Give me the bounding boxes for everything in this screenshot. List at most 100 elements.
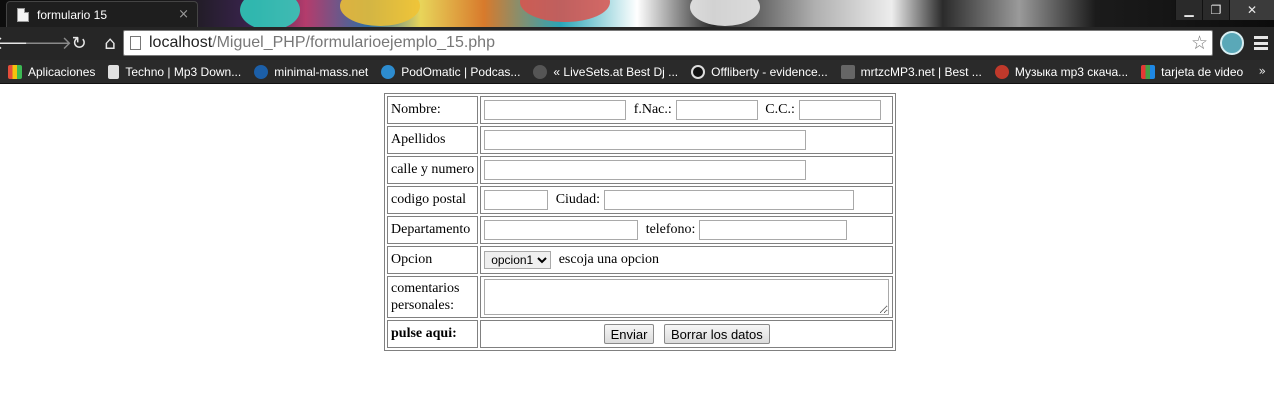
podomatic-icon [381, 64, 396, 79]
forward-arrow-icon[interactable]: 🡒 [24, 30, 72, 58]
wallpaper-art [340, 0, 420, 26]
opcion-select[interactable]: opcion1 [484, 251, 552, 269]
bookmark-label: Музыка mp3 скача... [1014, 64, 1129, 79]
bookmarks-bar: Aplicaciones Techno | Mp3 Down... minima… [0, 60, 1274, 84]
comentarios-textarea[interactable] [484, 279, 890, 315]
video-card-icon [1141, 64, 1156, 79]
page-content: Nombre: f.Nac.: C.C.: Apellidos calle y … [0, 85, 1274, 408]
bookmark-item[interactable]: mrtzcMP3.net | Best ... [840, 64, 982, 79]
bookmark-label: tarjeta de video [1161, 64, 1244, 79]
wallpaper-art [690, 0, 760, 26]
calle-label: calle y numero [387, 156, 479, 184]
telefono-label: telefono: [645, 222, 696, 237]
apps-grid-icon [8, 64, 22, 79]
comentarios-label-line1: comentarios [391, 281, 460, 296]
bookmark-item[interactable]: Offliberty - evidence... [691, 64, 828, 79]
opcion-label: Opcion [387, 246, 479, 274]
ciudad-input[interactable] [604, 190, 855, 210]
cc-label: C.C.: [765, 102, 795, 117]
home-icon[interactable]: ⌂ [96, 30, 124, 58]
apellidos-label: Apellidos [387, 126, 479, 154]
power-icon [691, 64, 706, 79]
apellidos-cell [480, 126, 894, 154]
m-icon [840, 64, 855, 79]
tab-title: formulario 15 [37, 7, 108, 22]
play-icon [533, 64, 548, 79]
tab-close-icon[interactable]: × [178, 7, 189, 22]
fnac-input[interactable] [675, 100, 758, 120]
bookmarks-overflow-icon[interactable]: » [1259, 64, 1266, 78]
cc-input[interactable] [798, 100, 881, 120]
ciudad-label: Ciudad: [555, 192, 601, 207]
bookmark-label: PodOmatic | Podcas... [401, 64, 521, 79]
apellidos-input[interactable] [484, 130, 807, 150]
bookmark-item[interactable]: Музыка mp3 скача... [994, 64, 1129, 79]
codigo-cell: Ciudad: [480, 186, 894, 214]
comentarios-label: comentarios personales: [387, 276, 479, 318]
opcion-cell: opcion1 escoja una opcion [480, 246, 894, 274]
nombre-input[interactable] [484, 100, 627, 120]
form-row-calle: calle y numero [387, 156, 894, 184]
address-bar[interactable]: localhost/Miguel_PHP/formularioejemplo_1… [123, 30, 1213, 56]
nombre-cell: f.Nac.: C.C.: [480, 96, 894, 124]
calle-cell [480, 156, 894, 184]
opcion-hint: escoja una opcion [558, 252, 659, 267]
url-host: localhost [149, 34, 213, 51]
bookmark-label: Offliberty - evidence... [711, 64, 828, 79]
calle-input[interactable] [484, 160, 807, 180]
wallpaper-art [240, 0, 300, 27]
codigo-postal-label: codigo postal [387, 186, 479, 214]
submit-cell: Enviar Borrar los datos [480, 320, 894, 348]
bookmark-label: Techno | Mp3 Down... [125, 64, 242, 79]
codigo-postal-input[interactable] [484, 190, 549, 210]
reload-icon[interactable]: ↻ [65, 30, 93, 58]
comentarios-label-line2: personales: [391, 298, 454, 313]
bookmark-item[interactable]: PodOmatic | Podcas... [381, 64, 521, 79]
form-table: Nombre: f.Nac.: C.C.: Apellidos calle y … [384, 93, 897, 351]
minimize-button[interactable]: ▁ [1175, 0, 1202, 20]
form-row-apellidos: Apellidos [387, 126, 894, 154]
close-window-button[interactable]: ✕ [1229, 0, 1274, 20]
bookmark-label: « LiveSets.at Best Dj ... [553, 64, 679, 79]
fnac-label: f.Nac.: [633, 102, 672, 117]
form-row-nombre: Nombre: f.Nac.: C.C.: [387, 96, 894, 124]
bookmark-item[interactable]: tarjeta de video [1141, 64, 1244, 79]
page-icon [17, 7, 29, 22]
comentarios-cell [480, 276, 894, 318]
extension-icon[interactable] [1220, 31, 1244, 55]
bookmark-label: mrtzcMP3.net | Best ... [860, 64, 982, 79]
maximize-button[interactable]: ❐ [1202, 0, 1229, 20]
telefono-input[interactable] [699, 220, 848, 240]
bookmark-item[interactable]: Techno | Mp3 Down... [108, 64, 242, 79]
form-row-codigo: codigo postal Ciudad: [387, 186, 894, 214]
bookmark-label: minimal-mass.net [274, 64, 369, 79]
wallpaper-art [520, 0, 610, 22]
dj-icon [254, 64, 269, 79]
bookmark-item[interactable]: « LiveSets.at Best Dj ... [533, 64, 679, 79]
url-path: /Miguel_PHP/formularioejemplo_15.php [212, 34, 495, 51]
browser-toolbar: 🡐 🡒 ↻ ⌂ localhost/Miguel_PHP/formularioe… [0, 27, 1274, 60]
borrar-datos-button[interactable]: Borrar los datos [663, 324, 770, 344]
departamento-cell: telefono: [480, 216, 894, 244]
nombre-label: Nombre: [387, 96, 479, 124]
bookmark-item[interactable]: Aplicaciones [8, 64, 96, 79]
browser-tab-active[interactable]: formulario 15 × [6, 1, 198, 27]
page-icon [108, 64, 120, 79]
enviar-button[interactable]: Enviar [603, 324, 655, 344]
form-row-opcion: Opcion opcion1 escoja una opcion [387, 246, 894, 274]
bookmark-label: Aplicaciones [28, 64, 96, 79]
pulse-aqui-label: pulse aqui: [387, 320, 479, 348]
window-titlebar: formulario 15 × ▁ ❐ ✕ [0, 0, 1274, 27]
bookmark-item[interactable]: minimal-mass.net [254, 64, 369, 79]
window-controls: ▁ ❐ ✕ [1175, 0, 1274, 20]
form-row-submit: pulse aqui: Enviar Borrar los datos [387, 320, 894, 348]
heart-icon [994, 64, 1009, 79]
form-row-comentarios: comentarios personales: [387, 276, 894, 318]
departamento-label: Departamento [387, 216, 479, 244]
page-icon [130, 36, 141, 50]
form-row-departamento: Departamento telefono: [387, 216, 894, 244]
bookmark-star-icon[interactable]: ☆ [1191, 32, 1208, 54]
chrome-menu-icon[interactable] [1254, 36, 1268, 50]
departamento-input[interactable] [484, 220, 639, 240]
url-text[interactable]: localhost/Miguel_PHP/formularioejemplo_1… [149, 34, 1191, 52]
